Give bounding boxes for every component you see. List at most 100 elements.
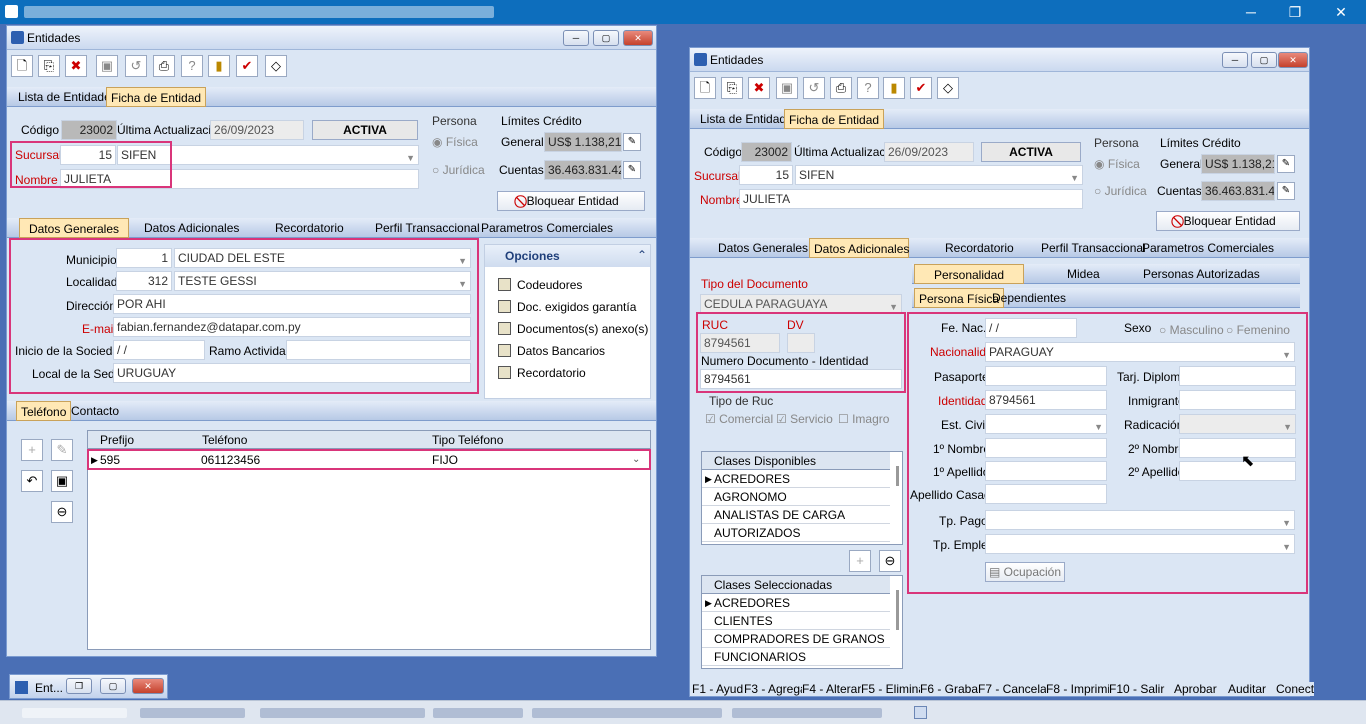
delete-icon[interactable]: ✖ [65, 55, 87, 77]
list-item[interactable]: ANALISTAS DE CARGA [702, 506, 890, 524]
fkey-ayuda[interactable]: F1 - Ayud [692, 682, 744, 696]
opcion-datos-bancarios[interactable]: Datos Bancarios [498, 344, 605, 358]
cuentas-field[interactable]: 36.463.831.420 [1201, 181, 1275, 201]
nombre-field[interactable]: JULIETA [739, 189, 1083, 209]
bloquear-button[interactable]: ⃠ Bloquear Entidad [497, 191, 645, 211]
opcion-codeudores[interactable]: Codeudores [498, 278, 582, 292]
edit-general-icon[interactable]: ✎ [1277, 155, 1295, 173]
radio-juridica[interactable]: ○ Jurídica [432, 163, 485, 177]
tab-perfil-transaccional[interactable]: Perfil Transaccional [371, 218, 484, 238]
codigo-field[interactable]: 23002 [61, 120, 117, 140]
confirm-icon[interactable]: ✔ [910, 77, 932, 99]
auditar-button[interactable]: Auditar [1228, 682, 1267, 696]
tab-personalidad[interactable]: Personalidad [914, 264, 1024, 284]
list-item[interactable]: ACREDORES [702, 594, 890, 612]
confirm-icon[interactable]: ✔ [236, 55, 258, 77]
fkey-alterar[interactable]: F4 - Alterar [802, 682, 862, 696]
restore-button[interactable]: ▢ [593, 30, 619, 46]
undo-icon[interactable]: ↺ [125, 55, 147, 77]
eraser-icon[interactable]: ◇ [265, 55, 287, 77]
tab-telefono[interactable]: Teléfono [16, 401, 72, 421]
edit-cuentas-icon[interactable]: ✎ [623, 161, 641, 179]
scrollbar[interactable] [896, 466, 899, 486]
list-item[interactable]: FUNCIONARIOS [702, 648, 890, 666]
cuentas-field[interactable]: 36.463.831.420 [544, 160, 622, 180]
minimized-window[interactable]: Ent... ❐ ▢ ✕ [9, 674, 168, 699]
tab-parametros-comerciales[interactable]: Parametros Comerciales [477, 218, 617, 238]
tab-datos-adicionales[interactable]: Datos Adicionales [809, 238, 909, 258]
print-icon[interactable]: ⎙ [153, 55, 175, 77]
tab-personas-autorizadas[interactable]: Personas Autorizadas [1139, 264, 1264, 284]
delete-icon[interactable]: ✖ [748, 77, 770, 99]
copy-icon[interactable]: ⎘ [721, 77, 743, 99]
new-icon[interactable]: 🗋 [11, 55, 33, 77]
restore-button[interactable]: ❐ [66, 678, 92, 694]
add-row-icon[interactable]: + [21, 439, 43, 461]
list-item[interactable]: ACREDORES [702, 470, 890, 488]
fkey-agregar[interactable]: F3 - Agrega [744, 682, 807, 696]
exit-icon[interactable]: ▮ [883, 77, 905, 99]
tab-dependientes[interactable]: Dependientes [988, 288, 1070, 308]
fkey-salir[interactable]: F10 - Salir [1109, 682, 1165, 696]
conectar-button[interactable]: Conect [1276, 682, 1315, 696]
tab-ficha-entidad[interactable]: Ficha de Entidad [106, 87, 207, 107]
save-icon[interactable]: ▣ [96, 55, 118, 77]
exit-icon[interactable]: ▮ [208, 55, 230, 77]
print-icon[interactable]: ⎙ [830, 77, 852, 99]
minimize-icon[interactable]: ─ [1228, 2, 1274, 22]
tab-lista-entidades[interactable]: Lista de Entidades [14, 87, 121, 107]
undo-row-icon[interactable]: ↶ [21, 470, 43, 492]
close-icon[interactable]: ✕ [1318, 2, 1364, 22]
tab-midea[interactable]: Midea [1063, 264, 1104, 284]
help-icon[interactable]: ? [857, 77, 879, 99]
tab-contacto[interactable]: Contacto [67, 401, 123, 421]
collapse-icon[interactable]: ⌃ [637, 248, 647, 262]
fkey-grabar[interactable]: F6 - Grabar [920, 682, 983, 696]
save-row-icon[interactable]: ▣ [51, 470, 73, 492]
minimize-button[interactable]: ─ [563, 30, 589, 46]
calculator-icon[interactable] [914, 706, 927, 719]
opcion-recordatorio[interactable]: Recordatorio [498, 366, 586, 380]
tab-datos-generales[interactable]: Datos Generales [714, 238, 812, 258]
clases-seleccionadas-list[interactable]: Clases Seleccionadas ACREDORES CLIENTES … [701, 575, 903, 669]
tab-recordatorio[interactable]: Recordatorio [271, 218, 348, 238]
ultima-field[interactable]: 26/09/2023 [210, 120, 304, 140]
aprobar-button[interactable]: Aprobar [1174, 682, 1217, 696]
fkey-eliminar[interactable]: F5 - Elimina [861, 682, 926, 696]
close-button[interactable]: ✕ [623, 30, 653, 46]
close-button[interactable]: ✕ [1278, 52, 1308, 68]
checkbox-imagro[interactable]: ☐ Imagro [838, 412, 889, 426]
edit-row-icon[interactable]: ✎ [51, 439, 73, 461]
checkbox-comercial[interactable]: ☑ Comercial [705, 412, 773, 426]
maximize-button[interactable]: ▢ [100, 678, 126, 694]
list-item[interactable]: COMPRADORES DE GRANOS [702, 630, 890, 648]
scrollbar[interactable] [896, 590, 899, 630]
tab-ficha-entidad[interactable]: Ficha de Entidad [784, 109, 885, 129]
remove-row-icon[interactable]: ⊖ [51, 501, 73, 523]
tab-datos-adicionales[interactable]: Datos Adicionales [140, 218, 243, 238]
sucursal-select[interactable]: SIFEN ▼ [795, 165, 1083, 185]
list-item[interactable]: AGRONOMO [702, 488, 890, 506]
clases-disponibles-list[interactable]: Clases Disponibles ACREDORES AGRONOMO AN… [701, 451, 903, 545]
radio-fisica[interactable]: ◉ Física [1094, 157, 1140, 171]
copy-icon[interactable]: ⎘ [38, 55, 60, 77]
tipo-doc-select[interactable]: CEDULA PARAGUAYA ▼ [700, 294, 902, 314]
close-button[interactable]: ✕ [132, 678, 164, 694]
tab-datos-generales[interactable]: Datos Generales [19, 218, 129, 238]
restore-icon[interactable]: ❐ [1272, 2, 1318, 22]
radio-fisica[interactable]: ◉ Física [432, 135, 478, 149]
radio-juridica[interactable]: ○ Jurídica [1094, 184, 1147, 198]
help-icon[interactable]: ? [181, 55, 203, 77]
undo-icon[interactable]: ↺ [803, 77, 825, 99]
eraser-icon[interactable]: ◇ [937, 77, 959, 99]
tab-parametros-comerciales[interactable]: Parametros Comerciales [1138, 238, 1278, 258]
opcion-documentos-anexos[interactable]: Documentos(s) anexo(s) [498, 322, 648, 336]
list-item[interactable]: CLIENTES [702, 612, 890, 630]
bloquear-button[interactable]: ⃠ Bloquear Entidad [1156, 211, 1300, 231]
tab-perfil-transaccional[interactable]: Perfil Transaccional [1037, 238, 1150, 258]
add-clase-icon[interactable]: + [849, 550, 871, 572]
general-field[interactable]: US$ 1.138,21 [1201, 154, 1275, 174]
codigo-field[interactable]: 23002 [741, 142, 792, 162]
fkey-cancelar[interactable]: F7 - Cancelar [978, 682, 1051, 696]
new-icon[interactable]: 🗋 [694, 77, 716, 99]
